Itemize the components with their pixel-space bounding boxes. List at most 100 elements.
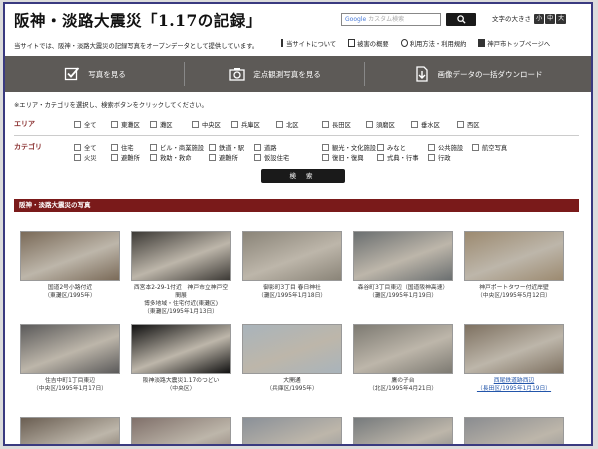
font-size-large-button[interactable]: 大	[556, 14, 567, 24]
category-checkbox[interactable]: 避難所	[209, 153, 238, 162]
nav-photos[interactable]: 写真を見る	[5, 56, 185, 92]
photo-card[interactable]: 西宮本2-29-1付近 神戸市立神戸空間展 博多地域・住宅付近(東灘区) （東灘区/…	[131, 231, 231, 316]
area-checkbox[interactable]: 全て	[74, 120, 97, 129]
photo-card[interactable]: 西尾鉄道跡西辺 （長田区/1995年1月19日）	[464, 324, 564, 393]
checkbox[interactable]	[209, 144, 216, 151]
checkbox[interactable]	[322, 144, 329, 151]
checkbox[interactable]	[377, 144, 384, 151]
checkbox[interactable]	[428, 154, 435, 161]
photo-caption[interactable]: 西尾鉄道跡西辺 （長田区/1995年1月19日）	[464, 377, 564, 393]
font-size-small-button[interactable]: 小	[534, 14, 545, 24]
photo-thumbnail[interactable]	[353, 324, 453, 374]
checkbox[interactable]	[411, 121, 418, 128]
area-checkbox[interactable]: 東灘区	[111, 120, 140, 129]
checkbox[interactable]	[111, 154, 118, 161]
category-checkbox[interactable]: 行政	[428, 153, 451, 162]
checkbox[interactable]	[472, 144, 479, 151]
checkbox[interactable]	[150, 144, 157, 151]
category-checkbox[interactable]: 道路	[254, 143, 277, 152]
area-checkbox[interactable]: 西区	[457, 120, 480, 129]
photo-thumbnail[interactable]	[131, 324, 231, 374]
checkbox[interactable]	[150, 154, 157, 161]
photo-card[interactable]: 住吉中町1丁目東辺 （中央区/1995年1月17日）	[20, 324, 120, 393]
checkbox[interactable]	[74, 154, 81, 161]
link-about[interactable]: 当サイトについて	[281, 39, 336, 48]
area-checkbox[interactable]: 須磨区	[366, 120, 395, 129]
photo-thumbnail[interactable]	[464, 231, 564, 281]
area-checkbox[interactable]: 兵庫区	[231, 120, 260, 129]
category-checkbox[interactable]: 観光・文化施設	[322, 143, 376, 152]
photo-thumbnail[interactable]	[353, 231, 453, 281]
photo-card[interactable]: 御影町3丁目 春日神社 （灘区/1995年1月18日）	[242, 231, 342, 300]
photo-card[interactable]	[464, 417, 564, 444]
checkbox[interactable]	[322, 154, 329, 161]
category-checkbox[interactable]: 住宅	[111, 143, 134, 152]
checkbox[interactable]	[457, 121, 464, 128]
nav-bulk-download[interactable]: 画像データの一括ダウンロード	[365, 56, 591, 92]
search-input[interactable]: Google カスタム検索	[341, 13, 441, 26]
area-checkbox[interactable]: 垂水区	[411, 120, 440, 129]
font-size-medium-button[interactable]: 中	[545, 14, 556, 24]
checkbox[interactable]	[74, 121, 81, 128]
photo-thumbnail[interactable]	[131, 231, 231, 281]
checkbox[interactable]	[209, 154, 216, 161]
photo-thumbnail[interactable]	[242, 324, 342, 374]
category-checkbox[interactable]: 復旧・復興	[322, 153, 363, 162]
checkbox[interactable]	[74, 144, 81, 151]
photo-card[interactable]	[20, 417, 120, 444]
area-checkbox[interactable]: 長田区	[322, 120, 351, 129]
photo-card[interactable]: 鷹の子台 （北区/1995年4月21日）	[353, 324, 453, 393]
category-checkbox[interactable]: 救助・救命	[150, 153, 191, 162]
checkbox[interactable]	[150, 121, 157, 128]
photo-card[interactable]: 森谷町3丁目東辺（国道阪神高速） （灘区/1995年1月19日）	[353, 231, 453, 300]
checkbox[interactable]	[377, 154, 384, 161]
photo-thumbnail[interactable]	[20, 417, 120, 444]
photo-card[interactable]	[353, 417, 453, 444]
link-damage-overview[interactable]: 被害の概要	[348, 39, 389, 48]
photo-card[interactable]	[242, 417, 342, 444]
area-checkbox[interactable]: 灘区	[150, 120, 173, 129]
photo-thumbnail[interactable]	[464, 417, 564, 444]
photo-card[interactable]	[131, 417, 231, 444]
photo-thumbnail[interactable]	[20, 324, 120, 374]
photo-card[interactable]: 大開通 （兵庫区/1995年）	[242, 324, 342, 393]
photo-thumbnail[interactable]	[131, 417, 231, 444]
checkbox[interactable]	[192, 121, 199, 128]
photo-thumbnail[interactable]	[242, 231, 342, 281]
photo-thumbnail[interactable]	[242, 417, 342, 444]
checkbox[interactable]	[366, 121, 373, 128]
photo-card[interactable]: 神戸ポートタワー付近岸壁 （中央区/1995年5月12日）	[464, 231, 564, 300]
category-checkbox[interactable]: 公共施設	[428, 143, 463, 152]
photo-thumbnail[interactable]	[464, 324, 564, 374]
checkbox[interactable]	[231, 121, 238, 128]
category-checkbox[interactable]: 火災	[74, 153, 97, 162]
info-icon	[281, 39, 284, 47]
nav-fixed-point-photos[interactable]: 定点観測写真を見る	[185, 56, 365, 92]
link-kobe-top[interactable]: 神戸市トップページへ	[478, 39, 550, 48]
category-checkbox[interactable]: ビル・商業施設	[150, 143, 204, 152]
site-title[interactable]: 阪神・淡路大震災「1.17の記録」	[14, 9, 262, 31]
checkbox[interactable]	[111, 144, 118, 151]
photo-card[interactable]: 国道2号小路付近 （東灘区/1995年）	[20, 231, 120, 300]
link-usage-terms[interactable]: 利用方法・利用規約	[400, 39, 466, 48]
checkbox[interactable]	[254, 144, 261, 151]
search-button[interactable]	[446, 13, 476, 26]
area-checkbox[interactable]: 北区	[276, 120, 299, 129]
photo-thumbnail[interactable]	[20, 231, 120, 281]
search-submit-button[interactable]: 検 索	[261, 169, 345, 183]
category-checkbox[interactable]: 鉄道・駅	[209, 143, 244, 152]
checkbox[interactable]	[254, 154, 261, 161]
checkbox[interactable]	[111, 121, 118, 128]
checkbox[interactable]	[276, 121, 283, 128]
category-checkbox[interactable]: 式典・行事	[377, 153, 418, 162]
category-checkbox[interactable]: 避難所	[111, 153, 140, 162]
checkbox[interactable]	[322, 121, 329, 128]
checkbox[interactable]	[428, 144, 435, 151]
category-checkbox[interactable]: みなと	[377, 143, 406, 152]
area-checkbox[interactable]: 中央区	[192, 120, 221, 129]
category-checkbox[interactable]: 全て	[74, 143, 97, 152]
category-checkbox[interactable]: 仮設住宅	[254, 153, 289, 162]
category-checkbox[interactable]: 航空写真	[472, 143, 507, 152]
photo-card[interactable]: 阪神淡路大震災1.17のつどい （中央区）	[131, 324, 231, 393]
photo-thumbnail[interactable]	[353, 417, 453, 444]
